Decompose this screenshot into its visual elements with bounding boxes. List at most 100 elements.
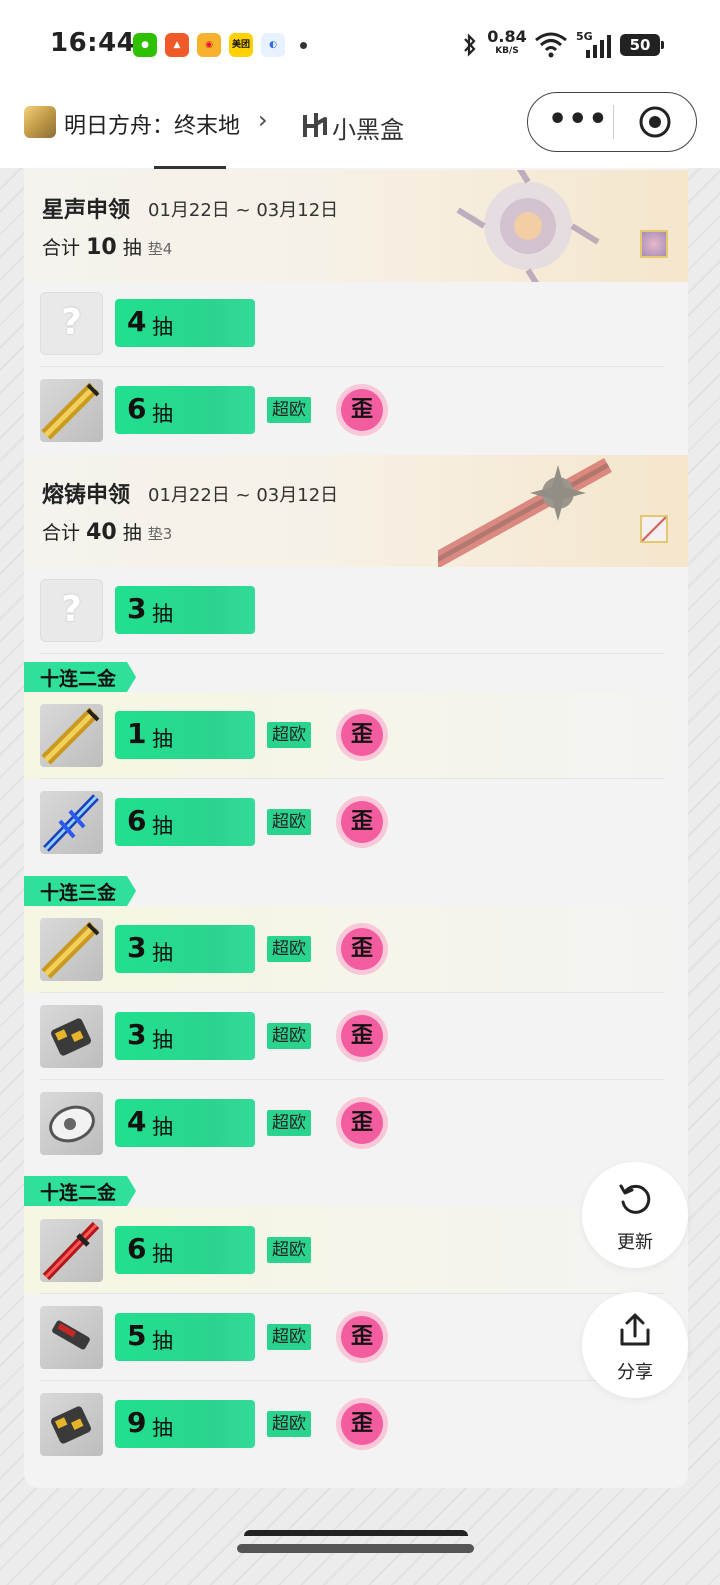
- pull-record-row[interactable]: 1抽 超欧 歪: [24, 692, 688, 779]
- pull-count-unit: 抽: [152, 1416, 173, 1440]
- pull-count-number: 6: [127, 392, 147, 425]
- super-lucky-tag: 超欧: [267, 1023, 311, 1049]
- super-lucky-tag: 超欧: [267, 722, 311, 748]
- banner-total-prefix: 合计: [42, 237, 81, 259]
- pull-count-unit: 抽: [152, 1242, 173, 1266]
- gauntlet-icon: [40, 1393, 103, 1456]
- game-title[interactable]: 明日方舟：终末地: [64, 108, 240, 140]
- gold-cannon-icon: [40, 704, 103, 767]
- pull-record-row[interactable]: 4抽 超欧 歪: [24, 1080, 688, 1167]
- pull-count: 6抽: [115, 1226, 255, 1274]
- off-banner-badge: 歪: [336, 709, 388, 761]
- banner-thumbnail: [640, 515, 668, 543]
- pull-count: 4抽: [115, 299, 255, 347]
- pull-count-number: 4: [127, 1105, 147, 1138]
- pull-record-row[interactable]: 3抽 超欧 歪: [24, 993, 688, 1080]
- banner-total-count: 10: [86, 235, 117, 260]
- off-banner-badge: 歪: [336, 1097, 388, 1149]
- weibo-icon: ◉: [197, 33, 221, 57]
- wechat-icon: ●: [133, 33, 157, 57]
- status-time: 16:44: [50, 28, 136, 58]
- pull-count-unit: 抽: [152, 1028, 173, 1052]
- ten-pull-label: 十连二金: [24, 662, 136, 692]
- miniprogram-capsule: •••: [527, 92, 697, 152]
- banner-total: 合计 10 抽 垫4: [42, 233, 172, 260]
- off-banner-badge-text: 歪: [341, 1403, 383, 1445]
- row-divider: [40, 653, 664, 654]
- pull-record-row[interactable]: ? 4抽: [24, 280, 688, 367]
- super-lucky-tag: 超欧: [267, 1237, 311, 1263]
- wifi-icon: [535, 32, 567, 58]
- pull-record-row[interactable]: 3抽 超欧 歪: [24, 906, 688, 993]
- share-icon: [620, 1313, 650, 1346]
- pull-count-unit: 抽: [152, 1115, 173, 1139]
- meituan-icon: 美团: [229, 33, 253, 57]
- app-header: 明日方舟：终末地 › 小黑盒 •••: [0, 90, 720, 168]
- capsule-divider: [613, 105, 614, 139]
- pull-count-number: 9: [127, 1406, 147, 1439]
- game-avatar[interactable]: [24, 106, 56, 138]
- pull-count: 6抽: [115, 386, 255, 434]
- gold-cannon-icon: [40, 379, 103, 442]
- super-lucky-tag: 超欧: [267, 1411, 311, 1437]
- pull-record-row[interactable]: ? 3抽: [24, 567, 688, 654]
- refresh-label: 更新: [617, 1232, 653, 1253]
- off-banner-badge-text: 歪: [341, 1102, 383, 1144]
- pull-count: 9抽: [115, 1400, 255, 1448]
- pull-count-number: 4: [127, 305, 147, 338]
- ten-pull-label: 十连二金: [24, 1176, 136, 1206]
- pull-count: 3抽: [115, 1012, 255, 1060]
- banner-pity: 垫4: [147, 240, 173, 258]
- pull-count: 1抽: [115, 711, 255, 759]
- banner-art: [438, 458, 612, 567]
- pull-count: 6抽: [115, 798, 255, 846]
- silver-arm-icon: [40, 1092, 103, 1155]
- super-lucky-tag: 超欧: [267, 809, 311, 835]
- blue-sword-icon: [40, 791, 103, 854]
- pull-count-number: 6: [127, 1232, 147, 1265]
- gauntlet-icon: [40, 1005, 103, 1068]
- refresh-button[interactable]: 更新: [582, 1162, 688, 1268]
- pull-record-row[interactable]: 6抽 超欧 歪: [24, 779, 688, 866]
- refresh-icon: [619, 1184, 651, 1214]
- super-lucky-tag: 超欧: [267, 1110, 311, 1136]
- pull-record-row[interactable]: 9抽 超欧 歪: [24, 1381, 688, 1468]
- cell-signal-icon: [586, 35, 611, 58]
- pull-record-row[interactable]: 6抽 超欧 歪: [24, 367, 688, 454]
- off-banner-badge: 歪: [336, 923, 388, 975]
- network-speed: 0.84 KB/S: [487, 29, 527, 57]
- pull-count: 3抽: [115, 586, 255, 634]
- off-banner-badge-text: 歪: [341, 801, 383, 843]
- banner-date: 01月22日 ~ 03月12日: [148, 485, 339, 506]
- pull-count: 4抽: [115, 1099, 255, 1147]
- chevron-right-icon[interactable]: ›: [258, 106, 268, 134]
- home-indicator[interactable]: [237, 1544, 474, 1553]
- off-banner-badge-text: 歪: [341, 389, 383, 431]
- gold-cannon-icon: [40, 918, 103, 981]
- pull-count-unit: 抽: [152, 402, 173, 426]
- close-miniprogram-button[interactable]: [638, 105, 672, 139]
- off-banner-badge-text: 歪: [341, 1015, 383, 1057]
- off-banner-badge: 歪: [336, 1311, 388, 1363]
- gacha-record-card: 星声申领 01月22日 ~ 03月12日 合计 10 抽 垫4 熔铸申领 01月…: [24, 168, 688, 1488]
- off-banner-badge: 歪: [336, 1010, 388, 1062]
- red-gun-icon: [40, 1306, 103, 1369]
- orange-app-icon: ▲: [165, 33, 189, 57]
- banner-title: 星声申领: [42, 198, 131, 223]
- pull-count-unit: 抽: [152, 315, 173, 339]
- share-button[interactable]: 分享: [582, 1292, 688, 1398]
- pull-count-unit: 抽: [152, 727, 173, 751]
- super-lucky-tag: 超欧: [267, 936, 311, 962]
- pull-count: 3抽: [115, 925, 255, 973]
- more-options-button[interactable]: •••: [548, 93, 608, 150]
- banner-total: 合计 40 抽 垫3: [42, 518, 172, 545]
- red-sword-icon: [40, 1219, 103, 1282]
- super-lucky-tag: 超欧: [267, 1324, 311, 1350]
- banner-total-unit: 抽: [122, 522, 142, 544]
- more-notifications-dot: [300, 42, 307, 49]
- pull-count-number: 5: [127, 1319, 147, 1352]
- off-banner-badge-text: 歪: [341, 714, 383, 756]
- banner-date: 01月22日 ~ 03月12日: [148, 200, 339, 221]
- banner-total-prefix: 合计: [42, 522, 81, 544]
- brand-name: 小黑盒: [332, 116, 404, 144]
